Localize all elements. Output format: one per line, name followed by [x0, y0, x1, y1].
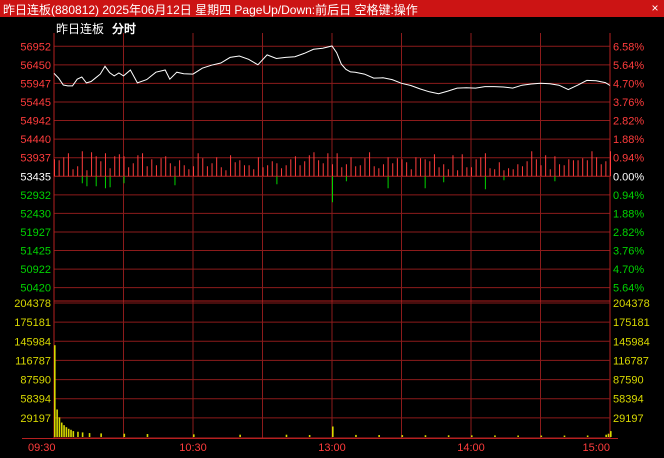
chart-header: 昨日连板 分时 — [56, 20, 136, 37]
chart-mode-tab[interactable]: 分时 — [112, 22, 136, 36]
volume-bar — [378, 435, 380, 437]
pct-tick-label: 0.94% — [613, 190, 644, 202]
index-name: 昨日连板 — [56, 22, 105, 36]
pct-tick-label: 1.88% — [613, 208, 644, 220]
price-tick-label: 55445 — [20, 97, 51, 109]
volume-bar — [123, 433, 126, 437]
volume-bar — [70, 429, 72, 437]
pct-tick-label: 0.00% — [613, 171, 644, 183]
volume-bar — [494, 435, 496, 437]
volume-tick-label-right: 116787 — [613, 355, 649, 367]
pct-tick-label: 2.82% — [613, 227, 644, 239]
pct-tick-label: 6.58% — [613, 41, 644, 53]
pct-tick-label: 0.94% — [613, 153, 644, 165]
pct-tick-label: 4.70% — [613, 78, 644, 90]
volume-bar — [54, 345, 56, 437]
price-tick-label: 56952 — [20, 41, 51, 53]
volume-bar — [60, 422, 63, 437]
volume-bar — [332, 426, 334, 437]
volume-bar — [58, 417, 61, 437]
volume-bar — [72, 431, 75, 437]
volume-bar — [607, 433, 610, 437]
volume-tick-label-right: 175181 — [613, 317, 650, 329]
volume-bar — [424, 435, 427, 437]
volume-tick-label-right: 204378 — [613, 298, 650, 310]
volume-bar — [605, 434, 607, 437]
volume-bar — [100, 433, 102, 437]
volume-tick-label: 175181 — [14, 317, 51, 329]
volume-bar — [285, 434, 288, 437]
pct-tick-label: 3.76% — [613, 246, 644, 258]
price-tick-label: 53937 — [20, 153, 51, 165]
volume-bar — [56, 409, 58, 437]
volume-bar — [517, 435, 519, 437]
volume-tick-label: 145984 — [14, 336, 51, 348]
price-tick-label: 52932 — [20, 190, 51, 202]
volume-bar — [308, 435, 311, 437]
volume-bar — [355, 434, 357, 437]
time-tick-label: 14:00 — [457, 442, 485, 454]
volume-bar — [540, 435, 543, 437]
price-tick-label: 53435 — [20, 171, 51, 183]
intraday-chart: 56952 6.58% 56450 5.64% 55947 4.70% 55445 3.76%… — [14, 33, 650, 454]
volume-bar — [81, 432, 84, 437]
volume-bar — [401, 435, 404, 437]
price-tick-label: 55947 — [20, 78, 51, 90]
volume-bar — [610, 431, 612, 437]
volume-tick-label: 58394 — [20, 394, 51, 406]
price-tick-label: 56450 — [20, 60, 51, 72]
price-tick-label: 54942 — [20, 116, 51, 128]
volume-tick-label: 204378 — [14, 298, 51, 310]
price-tick-label: 51927 — [20, 227, 51, 239]
price-tick-label: 50922 — [20, 264, 51, 276]
pct-tick-label: 3.76% — [613, 97, 644, 109]
volume-bar — [447, 435, 450, 437]
pct-tick-label: 4.70% — [613, 264, 644, 276]
volume-bar — [63, 425, 65, 437]
pct-tick-label: 2.82% — [613, 116, 644, 128]
pct-tick-label: 5.64% — [613, 283, 644, 295]
volume-bar — [193, 434, 195, 437]
volume-tick-label-right: 29197 — [613, 413, 644, 425]
volume-bar — [586, 435, 589, 437]
volume-bar — [77, 431, 79, 437]
volume-bar — [88, 433, 91, 437]
volume-bar — [563, 435, 566, 437]
volume-bar — [67, 428, 70, 437]
time-tick-label: 15:00 — [582, 442, 610, 454]
time-tick-label: 09:30 — [28, 442, 56, 454]
time-tick-label: 10:30 — [179, 442, 207, 454]
volume-bar — [471, 435, 473, 437]
pct-tick-label: 5.64% — [613, 60, 644, 72]
price-tick-label: 54440 — [20, 134, 51, 146]
volume-bar — [65, 427, 68, 437]
volume-tick-label-right: 87590 — [613, 375, 644, 387]
volume-tick-label-right: 145984 — [613, 336, 650, 348]
price-tick-label: 50420 — [20, 283, 51, 295]
price-tick-label: 52430 — [20, 208, 51, 220]
pct-tick-label: 1.88% — [613, 134, 644, 146]
price-tick-label: 51425 — [20, 246, 51, 258]
volume-bar — [146, 434, 149, 437]
volume-tick-label-right: 58394 — [613, 394, 644, 406]
volume-tick-label: 116787 — [15, 355, 51, 367]
time-tick-label: 13:00 — [318, 442, 346, 454]
volume-tick-label: 87590 — [20, 375, 51, 387]
volume-bar — [239, 434, 241, 437]
volume-tick-label: 29197 — [20, 413, 51, 425]
